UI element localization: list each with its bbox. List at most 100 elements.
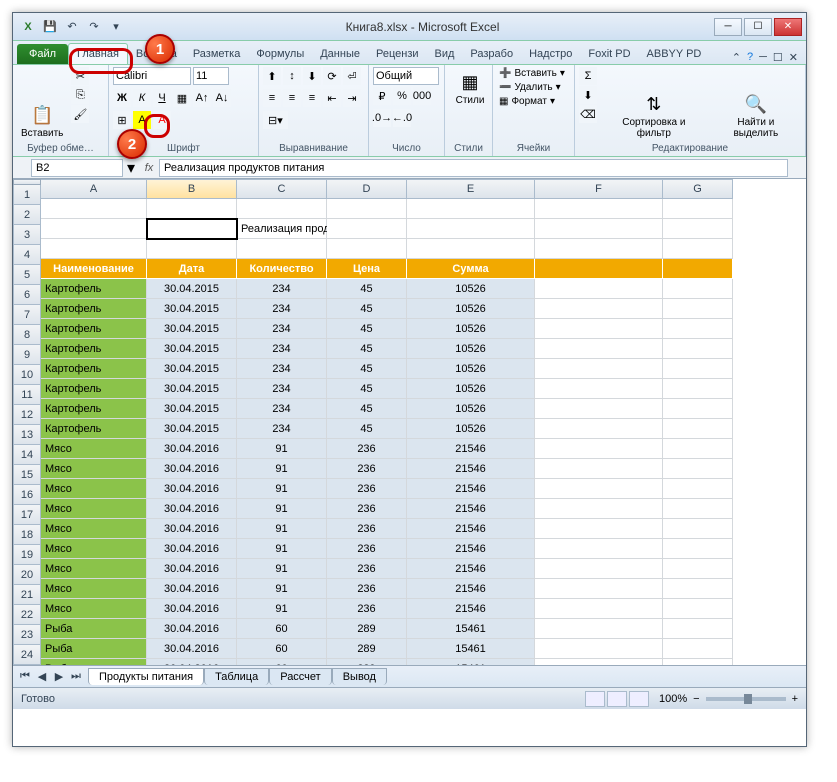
cell[interactable] — [663, 219, 733, 239]
cell[interactable] — [237, 239, 327, 259]
tab-layout[interactable]: Разметка — [185, 44, 249, 64]
col-header-C[interactable]: C — [237, 179, 327, 199]
align-bottom-icon[interactable]: ⬇ — [303, 67, 321, 85]
cell[interactable]: Картофель — [41, 279, 147, 299]
tab-view[interactable]: Вид — [427, 44, 463, 64]
cell[interactable] — [535, 339, 663, 359]
sheet-nav-prev-icon[interactable]: ◀ — [34, 669, 50, 685]
minimize-button[interactable]: ─ — [714, 18, 742, 36]
cell[interactable] — [663, 519, 733, 539]
excel-icon[interactable]: X — [19, 18, 37, 36]
cell[interactable]: 45 — [327, 419, 407, 439]
cell[interactable]: 45 — [327, 359, 407, 379]
cell[interactable]: 91 — [237, 579, 327, 599]
cell[interactable] — [535, 239, 663, 259]
row-header[interactable]: 2 — [13, 205, 41, 225]
cell[interactable] — [147, 239, 237, 259]
cell[interactable]: 91 — [237, 499, 327, 519]
cell[interactable]: 30.04.2016 — [147, 599, 237, 619]
doc-minimize-icon[interactable]: ─ — [759, 51, 767, 64]
cell[interactable] — [663, 639, 733, 659]
col-header-F[interactable]: F — [535, 179, 663, 199]
cell[interactable]: 30.04.2016 — [147, 579, 237, 599]
cell[interactable]: 21546 — [407, 499, 535, 519]
cell[interactable]: 91 — [237, 519, 327, 539]
font-color-icon[interactable]: A — [153, 111, 171, 129]
styles-button[interactable]: ▦ Стили — [449, 67, 491, 108]
cell[interactable] — [663, 439, 733, 459]
cell[interactable]: Мясо — [41, 599, 147, 619]
cell[interactable]: Картофель — [41, 359, 147, 379]
clear-icon[interactable]: ⌫ — [579, 105, 597, 123]
col-header-E[interactable]: E — [407, 179, 535, 199]
redo-icon[interactable]: ↷ — [85, 18, 103, 36]
cell[interactable] — [663, 619, 733, 639]
cell[interactable] — [535, 599, 663, 619]
col-header-D[interactable]: D — [327, 179, 407, 199]
cell[interactable] — [663, 279, 733, 299]
cell[interactable] — [535, 259, 663, 279]
cell[interactable]: 30.04.2015 — [147, 339, 237, 359]
cell[interactable]: 236 — [327, 439, 407, 459]
cell[interactable]: 60 — [237, 659, 327, 665]
row-header[interactable]: 10 — [13, 365, 41, 385]
help-icon[interactable]: ? — [747, 51, 753, 64]
cell[interactable]: 10526 — [407, 299, 535, 319]
cell[interactable]: Рыба — [41, 659, 147, 665]
cell[interactable]: 30.04.2015 — [147, 419, 237, 439]
cell[interactable]: 45 — [327, 299, 407, 319]
tab-review[interactable]: Рецензи — [368, 44, 427, 64]
cell[interactable]: 45 — [327, 279, 407, 299]
cell[interactable]: 236 — [327, 599, 407, 619]
zoom-out-icon[interactable]: − — [693, 693, 699, 705]
underline-button[interactable]: Ч — [153, 89, 171, 107]
align-left-icon[interactable]: ≡ — [263, 89, 281, 107]
cell[interactable]: 236 — [327, 479, 407, 499]
cell[interactable]: 45 — [327, 339, 407, 359]
sheet-tab-2[interactable]: Таблица — [204, 668, 269, 685]
fill-icon[interactable]: ⬇ — [579, 86, 597, 104]
cell[interactable]: 236 — [327, 459, 407, 479]
cell[interactable]: 30.04.2016 — [147, 559, 237, 579]
cell[interactable]: Картофель — [41, 299, 147, 319]
cell[interactable] — [663, 459, 733, 479]
cell[interactable] — [663, 259, 733, 279]
cell[interactable] — [327, 199, 407, 219]
cell[interactable]: 91 — [237, 539, 327, 559]
number-format-select[interactable] — [373, 67, 439, 85]
cell[interactable] — [237, 199, 327, 219]
cell[interactable] — [663, 599, 733, 619]
cell[interactable]: 30.04.2015 — [147, 319, 237, 339]
header-cell[interactable]: Сумма — [407, 259, 535, 279]
border-dropdown-icon[interactable]: ⊞ — [113, 111, 131, 129]
cell[interactable]: 45 — [327, 319, 407, 339]
cell[interactable] — [663, 559, 733, 579]
cell[interactable]: 30.04.2016 — [147, 519, 237, 539]
header-cell[interactable]: Наименование — [41, 259, 147, 279]
cell[interactable]: 21546 — [407, 459, 535, 479]
align-top-icon[interactable]: ⬆ — [263, 67, 281, 85]
row-header[interactable]: 12 — [13, 405, 41, 425]
cell[interactable] — [663, 419, 733, 439]
cell[interactable] — [41, 199, 147, 219]
cell[interactable]: 10526 — [407, 399, 535, 419]
row-header[interactable]: 21 — [13, 585, 41, 605]
tab-file[interactable]: Файл — [17, 44, 68, 64]
cell[interactable] — [663, 299, 733, 319]
tab-abbyy[interactable]: ABBYY PD — [639, 44, 710, 64]
cell[interactable]: 30.04.2015 — [147, 279, 237, 299]
save-icon[interactable]: 💾 — [41, 18, 59, 36]
cell[interactable]: 21546 — [407, 599, 535, 619]
cell[interactable]: 10526 — [407, 319, 535, 339]
increase-font-icon[interactable]: A↑ — [193, 89, 211, 107]
cell[interactable] — [663, 539, 733, 559]
zoom-slider[interactable] — [706, 697, 786, 701]
cell[interactable] — [535, 419, 663, 439]
cell[interactable] — [663, 479, 733, 499]
cell[interactable]: 234 — [237, 339, 327, 359]
bold-button[interactable]: Ж — [113, 89, 131, 107]
row-header[interactable]: 22 — [13, 605, 41, 625]
doc-close-icon[interactable]: ✕ — [789, 51, 798, 64]
row-header[interactable]: 6 — [13, 285, 41, 305]
cell[interactable]: Картофель — [41, 419, 147, 439]
